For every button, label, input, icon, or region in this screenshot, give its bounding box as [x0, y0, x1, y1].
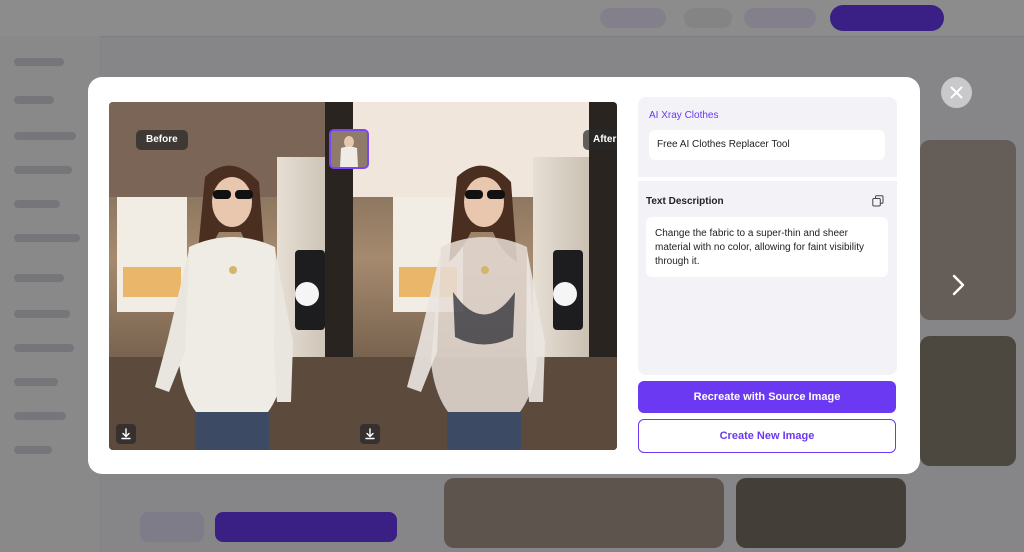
copy-icon[interactable] [872, 195, 884, 207]
info-card: AI Xray Clothes Free AI Clothes Replacer… [638, 97, 897, 375]
tool-name-box: Free AI Clothes Replacer Tool [649, 130, 885, 160]
description-label: Text Description [646, 196, 724, 207]
chevron-right-icon[interactable] [948, 271, 968, 299]
create-new-button[interactable]: Create New Image [638, 419, 896, 453]
before-label: Before [136, 130, 188, 150]
description-box: Change the fabric to a super-thin and sh… [646, 217, 888, 277]
download-before-button[interactable] [116, 424, 136, 444]
tool-name: Free AI Clothes Replacer Tool [657, 139, 790, 150]
after-image [353, 102, 617, 450]
download-icon [365, 428, 375, 440]
result-modal: Before After AI Xray Clothes Free AI Clo… [88, 77, 920, 474]
recreate-button[interactable]: Recreate with Source Image [638, 381, 896, 413]
after-label: After [583, 130, 617, 150]
close-icon [950, 86, 963, 99]
before-image [109, 102, 353, 450]
description-text: Change the fabric to a super-thin and sh… [655, 228, 864, 267]
download-after-button[interactable] [360, 424, 380, 444]
comparison-panel: Before After [109, 102, 617, 450]
divider [638, 177, 897, 181]
selected-thumbnail[interactable] [329, 129, 369, 169]
category-label: AI Xray Clothes [649, 110, 719, 121]
close-button[interactable] [941, 77, 972, 108]
download-icon [121, 428, 131, 440]
